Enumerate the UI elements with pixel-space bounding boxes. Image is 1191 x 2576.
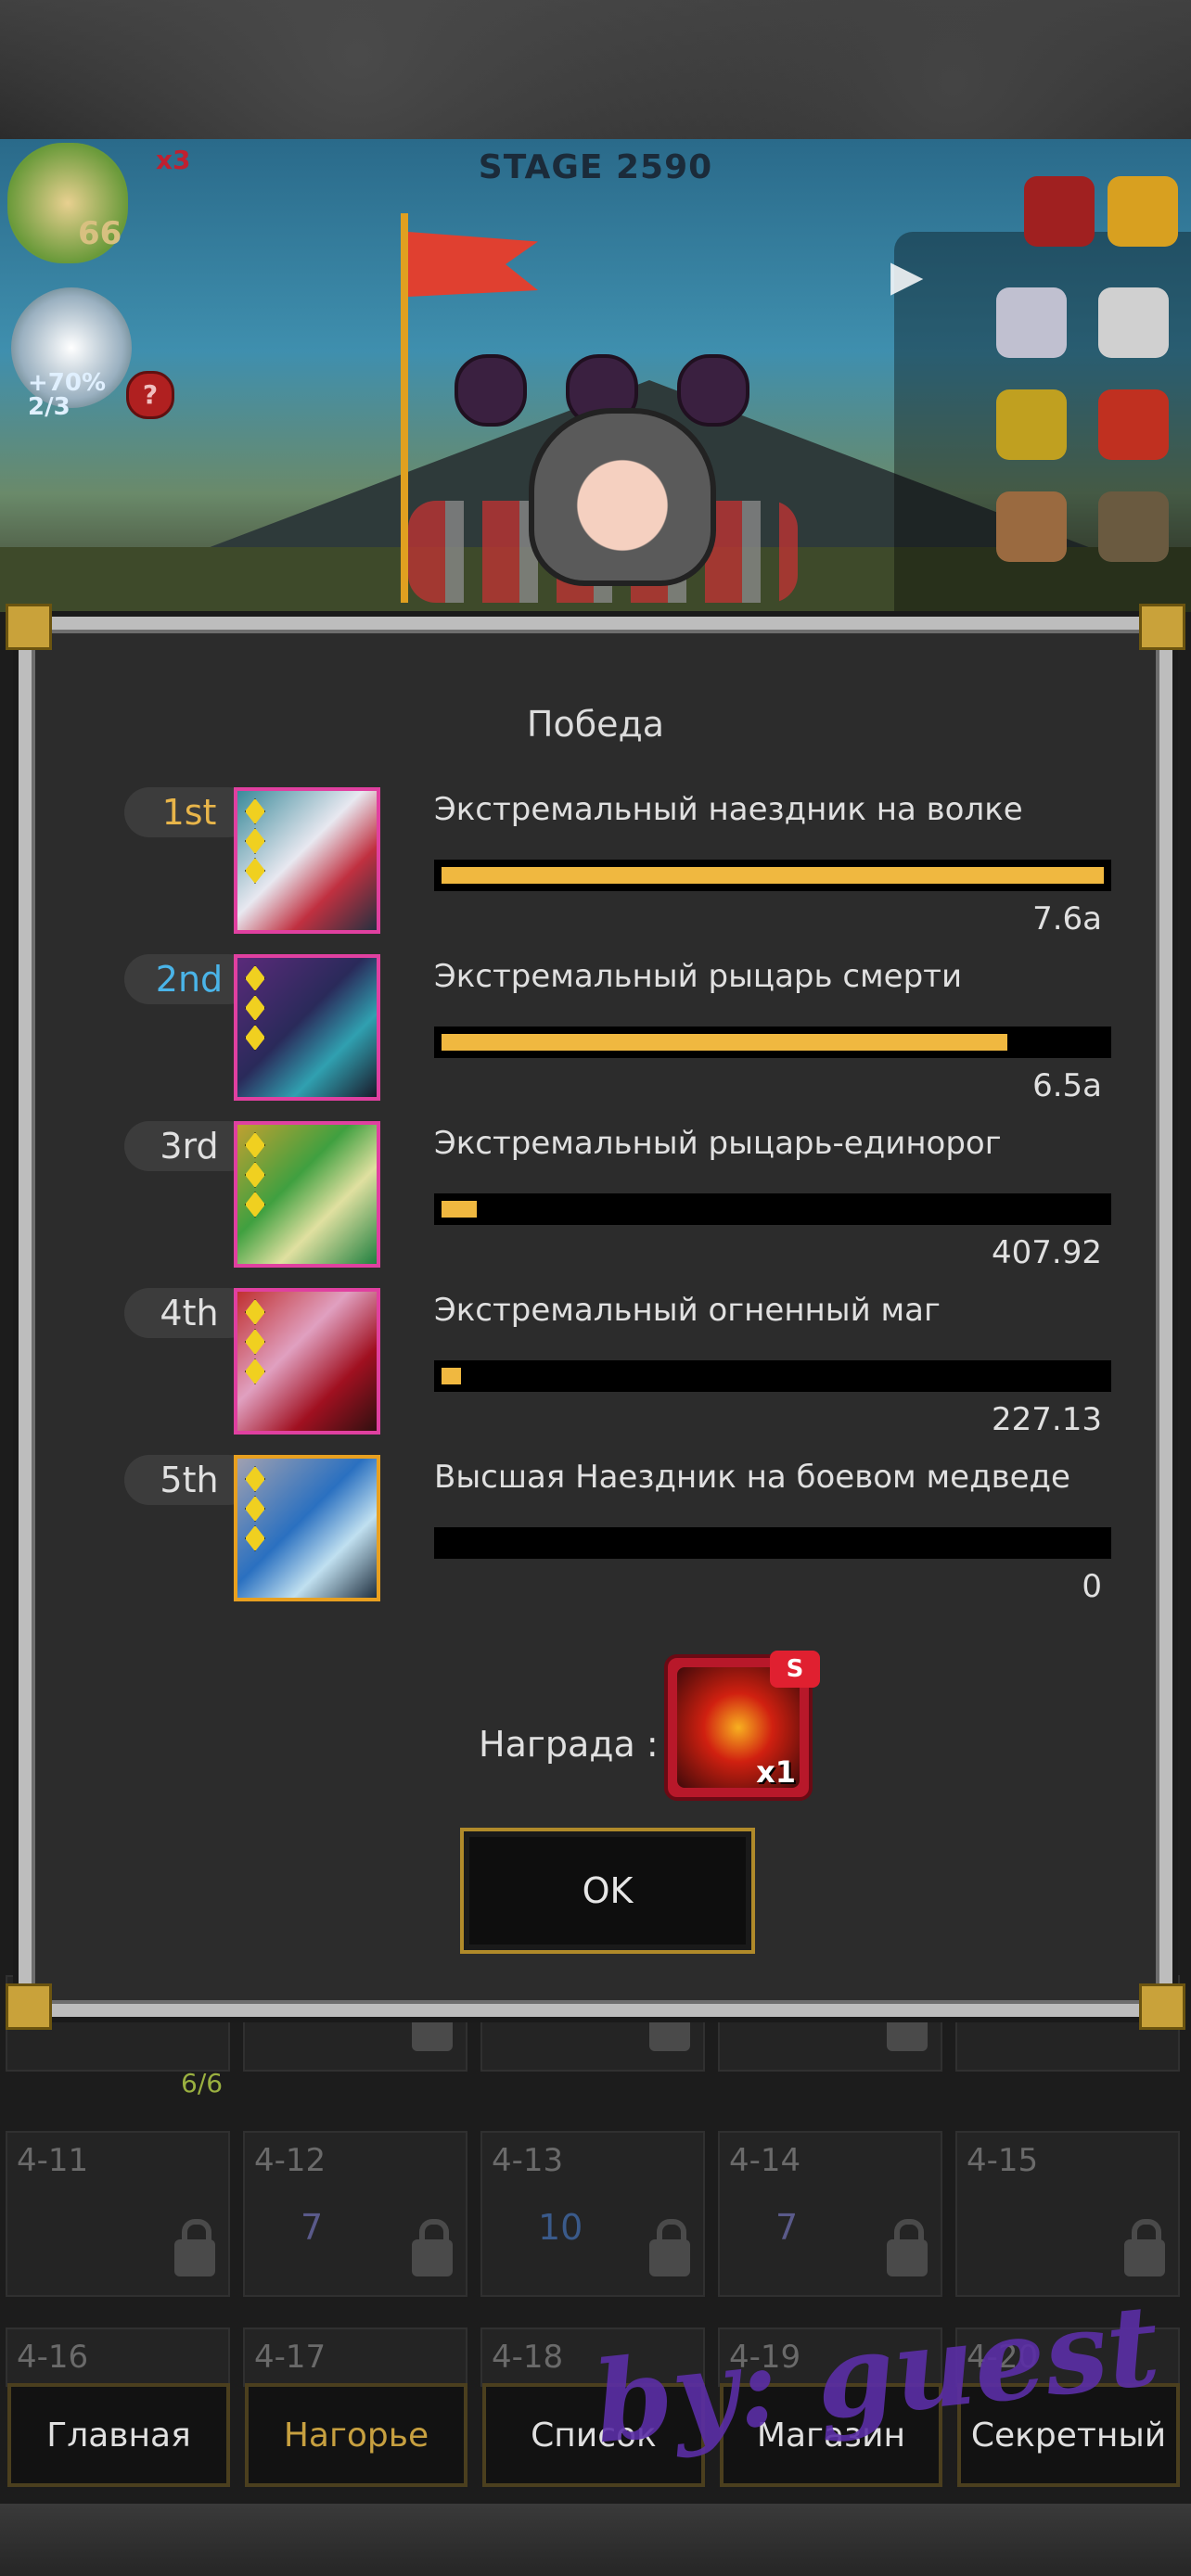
level-label: 4-15: [967, 2142, 1039, 2179]
nav-main[interactable]: Главная: [7, 2383, 230, 2487]
level-cell[interactable]: 4-14 7: [718, 2131, 942, 2297]
guild-icon[interactable]: [996, 491, 1067, 562]
level-label: 4-12: [254, 2142, 327, 2179]
lock-icon: [887, 2219, 928, 2276]
damage-bar: [434, 860, 1111, 891]
hero-level: 66: [78, 215, 122, 252]
hero-portrait[interactable]: [234, 787, 380, 934]
damage-bar-fill: [442, 867, 1104, 884]
modal-corner: [6, 1983, 52, 2030]
gem-cost: 10: [538, 2207, 583, 2248]
damage-value: 0: [1082, 1568, 1102, 1605]
hero-name: Экстремальный огненный маг: [434, 1292, 941, 1329]
modal-corner: [1139, 1983, 1185, 2030]
flag-pole: [401, 213, 408, 603]
level-label: 4-11: [17, 2142, 89, 2179]
damage-bar-fill: [442, 1201, 477, 1218]
gem-slot[interactable]: [677, 354, 749, 427]
damage-row: 5th Высшая Наездник на боевом медведе 0: [124, 1455, 1126, 1607]
hero-name: Экстремальный рыцарь смерти: [434, 958, 963, 995]
hero-name: Экстремальный наездник на волке: [434, 791, 1023, 828]
house-icon[interactable]: [1024, 176, 1095, 247]
lock-icon: [412, 1994, 453, 2051]
reward-quantity: x1: [756, 1754, 796, 1790]
level-cell[interactable]: 4-15: [955, 2131, 1180, 2297]
damage-value: 407.92: [992, 1234, 1102, 1271]
level-label: 4-17: [254, 2339, 327, 2376]
chat-icon[interactable]: [996, 389, 1067, 460]
damage-value: 227.13: [992, 1401, 1102, 1438]
hero-portrait[interactable]: [234, 1288, 380, 1435]
orb-cost: 7: [775, 2207, 799, 2248]
hero-name: Высшая Наездник на боевом медведе: [434, 1459, 1070, 1496]
level-label: 4-14: [729, 2142, 801, 2179]
level-cell[interactable]: 4-16: [6, 2327, 230, 2387]
lock-icon: [649, 2219, 690, 2276]
damage-row: 3rd Экстремальный рыцарь-единорог 407.92: [124, 1121, 1126, 1273]
damage-bar: [434, 1527, 1111, 1559]
damage-bar: [434, 1193, 1111, 1225]
level-cell[interactable]: 4-12 7: [243, 2131, 467, 2297]
level-label: 4-18: [492, 2339, 564, 2376]
star-icons: [245, 965, 265, 1054]
trophy-icon[interactable]: [1108, 176, 1178, 247]
damage-bar-fill: [442, 1034, 1007, 1051]
damage-bar-fill: [442, 1368, 461, 1384]
battle-icon[interactable]: [1098, 389, 1169, 460]
damage-row: 4th Экстремальный огненный маг 227.13: [124, 1288, 1126, 1440]
hero-name: Экстремальный рыцарь-единорог: [434, 1125, 1002, 1162]
boost-count: 2/3: [28, 393, 70, 421]
wings-icon[interactable]: [1098, 287, 1169, 358]
star-icons: [245, 1132, 265, 1221]
knight-character: [529, 408, 716, 586]
play-icon[interactable]: ▶: [890, 250, 923, 300]
help-button[interactable]: ?: [126, 371, 174, 419]
side-menu-panel: [894, 176, 1191, 612]
lock-icon: [412, 2219, 453, 2276]
speed-multiplier[interactable]: x3: [156, 145, 191, 175]
hero-portrait[interactable]: [234, 954, 380, 1101]
boost-percent: +70%: [28, 369, 107, 397]
modal-corner: [6, 604, 52, 650]
gem-slot[interactable]: [455, 354, 527, 427]
star-icons: [245, 798, 265, 887]
ranking-icon[interactable]: [1098, 491, 1169, 562]
victory-modal: Победа 1st Экстремальный наездник на вол…: [6, 604, 1185, 2030]
level-cell[interactable]: 4-13 10: [480, 2131, 705, 2297]
top-stone-border: [0, 0, 1191, 139]
star-icons: [245, 1466, 265, 1555]
damage-bar: [434, 1360, 1111, 1392]
level-label: 4-16: [17, 2339, 89, 2376]
damage-value: 6.5a: [1032, 1067, 1102, 1104]
modal-title: Победа: [526, 704, 665, 745]
damage-row: 1st Экстремальный наездник на волке 7.6a: [124, 787, 1126, 939]
modal-corner: [1139, 604, 1185, 650]
damage-value: 7.6a: [1032, 900, 1102, 937]
reward-badge-icon: S: [770, 1651, 820, 1688]
nav-highland[interactable]: Нагорье: [245, 2383, 467, 2487]
star-icons: [245, 1299, 265, 1388]
hero-portrait[interactable]: [234, 1455, 380, 1601]
ok-button[interactable]: OK: [460, 1828, 755, 1954]
reward-label: Награда :: [479, 1724, 659, 1765]
damage-bar: [434, 1027, 1111, 1058]
lock-icon: [1124, 2219, 1165, 2276]
level-label: 4-13: [492, 2142, 564, 2179]
angel-icon[interactable]: [996, 287, 1067, 358]
level-cell[interactable]: 4-11: [6, 2131, 230, 2297]
boost-info: +70% 2/3: [28, 371, 106, 419]
lock-icon: [887, 1994, 928, 2051]
lock-icon: [174, 2219, 215, 2276]
orb-cost: 7: [301, 2207, 324, 2248]
bottom-stone-border: [0, 2504, 1191, 2576]
hero-portrait[interactable]: [234, 1121, 380, 1268]
reward-item[interactable]: x1 S: [664, 1651, 820, 1801]
level-cell[interactable]: 4-17: [243, 2327, 467, 2387]
lock-icon: [649, 1994, 690, 2051]
damage-row: 2nd Экстремальный рыцарь смерти 6.5a: [124, 954, 1126, 1106]
